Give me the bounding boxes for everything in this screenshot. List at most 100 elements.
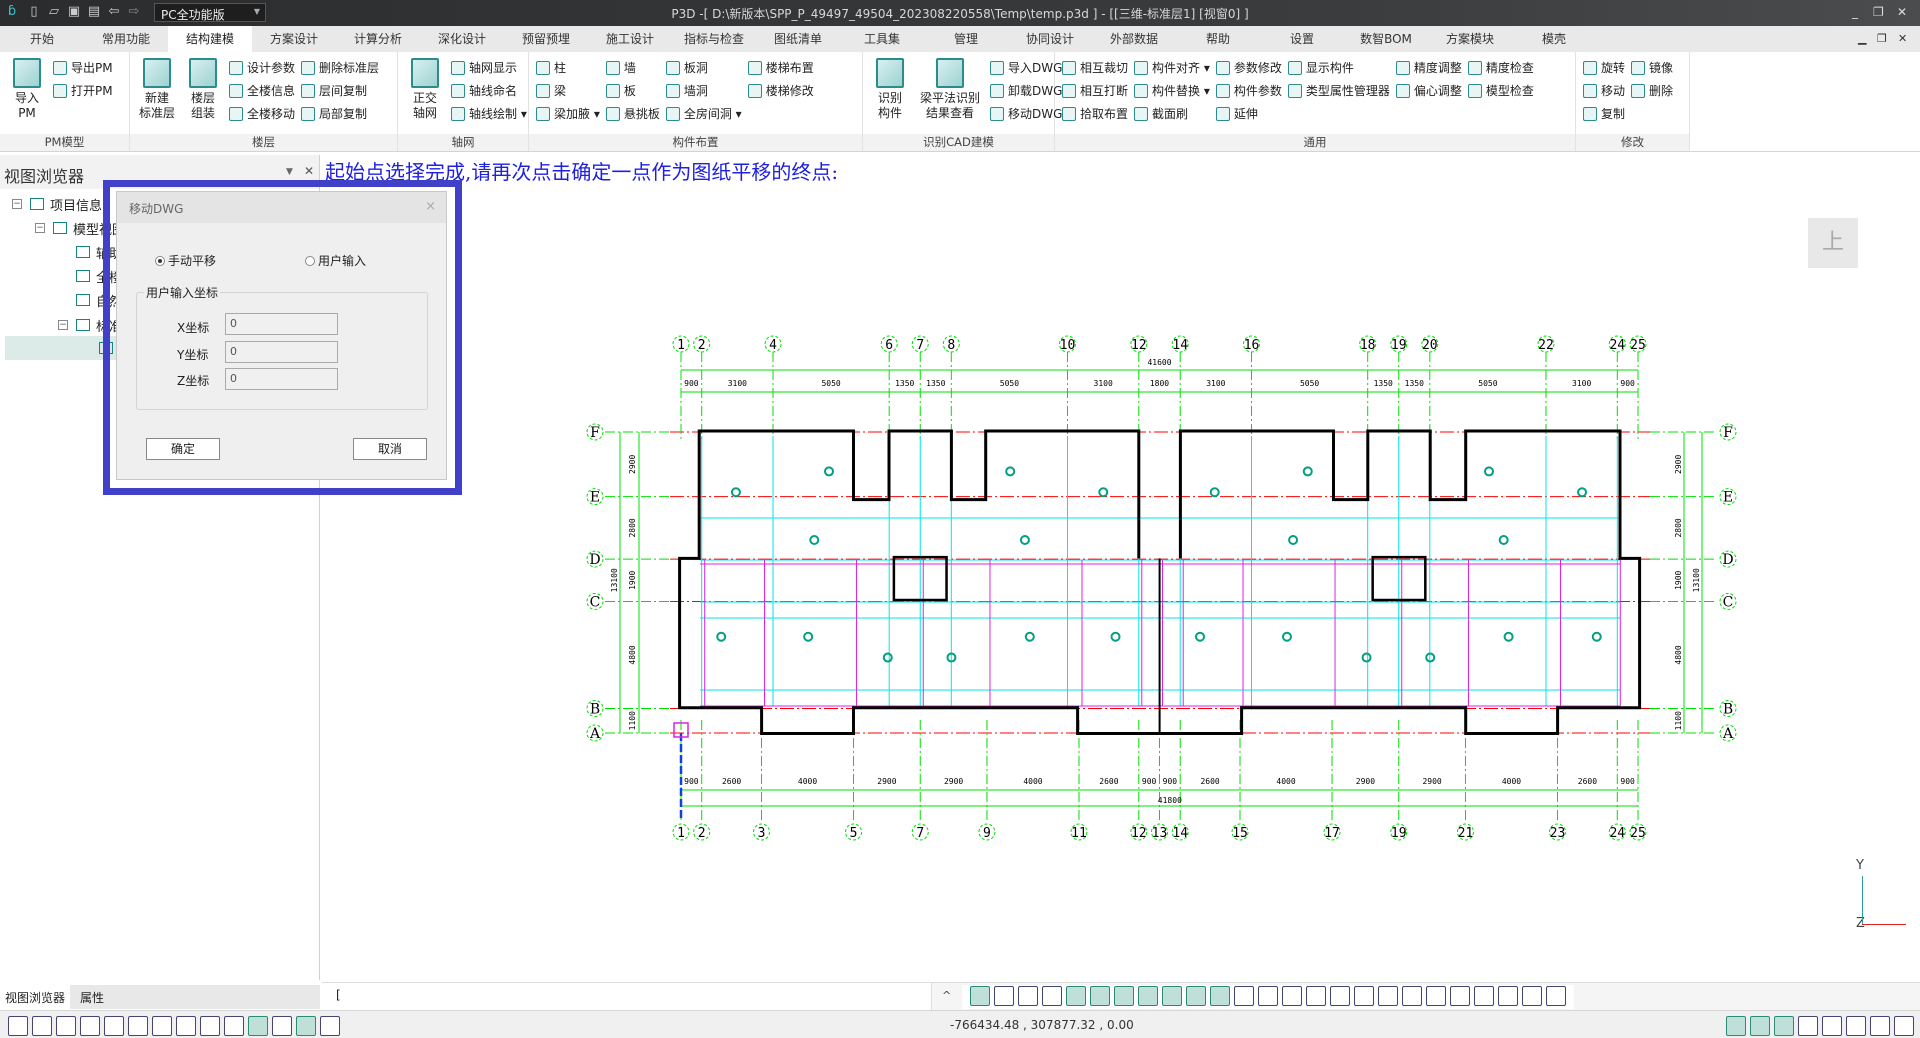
- toolbar-tool-icon[interactable]: [1498, 986, 1518, 1006]
- toolbar-tool-icon[interactable]: [1750, 1016, 1770, 1036]
- toolbar-tool-icon[interactable]: [1186, 986, 1206, 1006]
- x-coordinate-input[interactable]: 0: [225, 313, 338, 335]
- cursor-coordinates: -766434.48 , 307877.32 , 0.00: [950, 1018, 1134, 1032]
- dimension-label: 900: [1163, 777, 1178, 786]
- toolbar-tool-icon[interactable]: [1114, 986, 1134, 1006]
- ok-button[interactable]: 确定: [146, 438, 220, 460]
- z-label: Z坐标: [177, 374, 210, 388]
- toolbar-tool-icon[interactable]: [80, 1016, 100, 1036]
- toolbar-tool-icon[interactable]: [1210, 986, 1230, 1006]
- toolbar-tool-icon[interactable]: [1162, 986, 1182, 1006]
- move-dwg-dialog: 移动DWG × 手动平移 用户输入 用户输入坐标 X坐标 0 Y坐标 0 Z坐标…: [116, 191, 447, 480]
- toolbar-tool-icon[interactable]: [1774, 1016, 1794, 1036]
- toolbar-tool-icon[interactable]: [1846, 1016, 1866, 1036]
- dialog-close-button[interactable]: ×: [425, 199, 436, 214]
- toolbar-tool-icon[interactable]: [320, 1016, 340, 1036]
- column-marker: [730, 487, 741, 498]
- axis-bubble-label: 21: [1458, 826, 1474, 841]
- column-marker: [809, 535, 820, 546]
- toolbar-tool-icon[interactable]: [1402, 986, 1422, 1006]
- view-cube-top[interactable]: 上: [1808, 218, 1858, 268]
- y-label: Y坐标: [177, 348, 209, 362]
- toolbar-tool-icon[interactable]: [1450, 986, 1470, 1006]
- chevron-up-icon[interactable]: ^: [942, 989, 951, 1002]
- toolbar-tool-icon[interactable]: [104, 1016, 124, 1036]
- wall-outline-right: [1159, 429, 1642, 735]
- axis-bubble-label: 9: [983, 826, 991, 841]
- dimension-label: 2600: [722, 777, 741, 786]
- column-marker: [1098, 487, 1109, 498]
- toolbar-tool-icon[interactable]: [224, 1016, 244, 1036]
- axis-bubble-label: 10: [1060, 338, 1076, 353]
- axis-bubble-label: 14: [1172, 826, 1188, 841]
- toolbar-tool-icon[interactable]: [8, 1016, 28, 1036]
- dimension-label: 4000: [798, 777, 817, 786]
- dimension-label: 900: [1620, 379, 1635, 388]
- radio-manual-move[interactable]: 手动平移: [155, 252, 216, 269]
- axis-bubble-label: 25: [1630, 826, 1646, 841]
- dimension-label: 2600: [1578, 777, 1597, 786]
- axis-bubble-label: 1: [677, 338, 685, 353]
- dimension-label: 4000: [1502, 777, 1521, 786]
- dimension-label: 3100: [728, 379, 747, 388]
- toolbar-tool-icon[interactable]: [176, 1016, 196, 1036]
- toolbar-tool-icon[interactable]: [1234, 986, 1254, 1006]
- toolbar-tool-icon[interactable]: [1354, 986, 1374, 1006]
- toolbar-tool-icon[interactable]: [200, 1016, 220, 1036]
- column-marker: [1288, 535, 1299, 546]
- toolbar-tool-icon[interactable]: [1798, 1016, 1818, 1036]
- axis-bubble-label: 25: [1630, 338, 1646, 353]
- wall-outline-left: [678, 429, 1160, 735]
- toolbar-tool-icon[interactable]: [1546, 986, 1566, 1006]
- toolbar-tool-icon[interactable]: [248, 1016, 268, 1036]
- axis-bubble-label: 2: [698, 338, 706, 353]
- toolbar-tool-icon[interactable]: [970, 986, 990, 1006]
- toolbar-tool-icon[interactable]: [1282, 986, 1302, 1006]
- toolbar-tool-icon[interactable]: [1138, 986, 1158, 1006]
- toolbar-tool-icon[interactable]: [1870, 1016, 1890, 1036]
- toolbar-tool-icon[interactable]: [994, 986, 1014, 1006]
- axis-bubble-label: 24: [1609, 338, 1625, 353]
- toolbar-tool-icon[interactable]: [1018, 986, 1038, 1006]
- toolbar-tool-icon[interactable]: [1522, 986, 1542, 1006]
- toolbar-tool-icon[interactable]: [1066, 986, 1086, 1006]
- toolbar-tool-icon[interactable]: [272, 1016, 292, 1036]
- axis-bubble-label: 8: [947, 338, 955, 353]
- axis-bubble-label: 20: [1422, 338, 1438, 353]
- column-marker: [1281, 631, 1292, 642]
- toolbar-tool-icon[interactable]: [1474, 986, 1494, 1006]
- toolbar-tool-icon[interactable]: [128, 1016, 148, 1036]
- cancel-button[interactable]: 取消: [353, 438, 427, 460]
- toolbar-tool-icon[interactable]: [1726, 1016, 1746, 1036]
- toolbar-tool-icon[interactable]: [1042, 986, 1062, 1006]
- command-input[interactable]: [: [322, 983, 932, 1011]
- toolbar-tool-icon[interactable]: [1894, 1016, 1914, 1036]
- radio-checked-icon: [155, 255, 165, 266]
- user-coordinate-group: 用户输入坐标 X坐标 0 Y坐标 0 Z坐标 0: [136, 284, 428, 410]
- dimension-label: 3100: [1572, 379, 1591, 388]
- axis-bubble-label: 17: [1324, 826, 1340, 841]
- toolbar-tool-icon[interactable]: [32, 1016, 52, 1036]
- axis-bubble-label: 5: [850, 826, 858, 841]
- radio-user-input[interactable]: 用户输入: [305, 252, 366, 269]
- axis-bubble-label: 6: [885, 338, 893, 353]
- axis-bubble-label: E: [590, 490, 600, 506]
- toolbar-tool-icon[interactable]: [56, 1016, 76, 1036]
- z-coordinate-input[interactable]: 0: [225, 368, 338, 390]
- toolbar-tool-icon[interactable]: [1330, 986, 1350, 1006]
- toolbar-tool-icon[interactable]: [1378, 986, 1398, 1006]
- axis-y-label: Y: [1856, 858, 1864, 873]
- cad-drawing: 41600 900 3100 5050 1350 1350 5050 3100 1800 3100…: [586, 335, 1737, 841]
- toolbar-tool-icon[interactable]: [1426, 986, 1446, 1006]
- dialog-titlebar[interactable]: 移动DWG ×: [117, 192, 446, 223]
- toolbar-tool-icon[interactable]: [152, 1016, 172, 1036]
- dimension-label: 3100: [1094, 379, 1113, 388]
- toolbar-tool-icon[interactable]: [1306, 986, 1326, 1006]
- toolbar-tool-icon[interactable]: [1822, 1016, 1842, 1036]
- toolbar-tool-icon[interactable]: [1258, 986, 1278, 1006]
- dimension-label: 900: [684, 379, 699, 388]
- axis-bubble-label: 7: [916, 826, 924, 841]
- toolbar-tool-icon[interactable]: [1090, 986, 1110, 1006]
- toolbar-tool-icon[interactable]: [296, 1016, 316, 1036]
- y-coordinate-input[interactable]: 0: [225, 341, 338, 363]
